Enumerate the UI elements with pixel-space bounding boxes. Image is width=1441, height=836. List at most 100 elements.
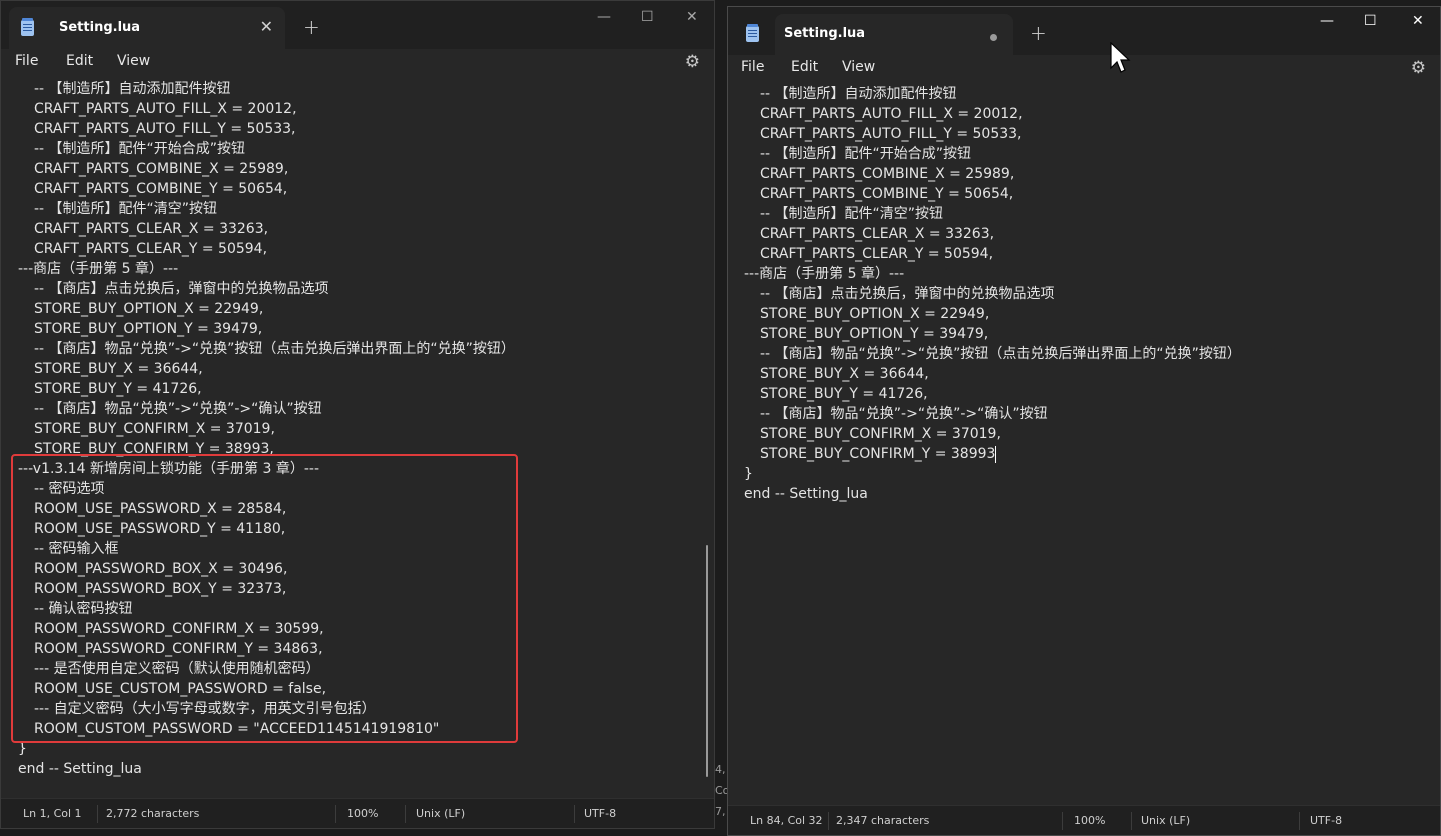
notepad-icon bbox=[746, 24, 759, 42]
menu-edit[interactable]: Edit bbox=[791, 59, 818, 75]
code-line-text: CRAFT_PARTS_AUTO_FILL_Y = 50533, bbox=[34, 121, 296, 137]
code-line[interactable]: STORE_BUY_CONFIRM_X = 37019, bbox=[760, 424, 1001, 444]
minimize-button[interactable]: — bbox=[1320, 13, 1334, 29]
code-line[interactable]: STORE_BUY_X = 36644, bbox=[34, 359, 203, 379]
code-line-text: CRAFT_PARTS_CLEAR_Y = 50594, bbox=[760, 246, 994, 262]
code-line-text: -- 【制造所】配件“清空”按钮 bbox=[760, 206, 944, 222]
cursor-position[interactable]: Ln 84, Col 32 bbox=[750, 814, 823, 827]
menu-file[interactable]: File bbox=[741, 59, 764, 75]
zoom-level[interactable]: 100% bbox=[347, 807, 378, 820]
tab-close-icon[interactable]: ✕ bbox=[260, 17, 273, 36]
status-divider bbox=[97, 805, 98, 823]
code-line[interactable]: -- 【制造所】配件“清空”按钮 bbox=[760, 204, 943, 224]
code-line[interactable]: -- 【制造所】自动添加配件按钮 bbox=[34, 79, 231, 99]
tab-setting-lua[interactable]: Setting.lua bbox=[775, 14, 1013, 55]
code-line[interactable]: end -- Setting_lua bbox=[18, 759, 142, 779]
code-line[interactable]: STORE_BUY_OPTION_X = 22949, bbox=[34, 299, 263, 319]
line-ending[interactable]: Unix (LF) bbox=[1141, 814, 1190, 827]
code-line[interactable]: } bbox=[744, 464, 753, 484]
encoding[interactable]: UTF-8 bbox=[1310, 814, 1342, 827]
menu-edit[interactable]: Edit bbox=[66, 53, 93, 69]
code-line-text: } bbox=[744, 466, 753, 482]
new-tab-button[interactable]: + bbox=[1030, 21, 1047, 45]
menu-file[interactable]: File bbox=[15, 53, 38, 69]
code-line[interactable]: STORE_BUY_OPTION_X = 22949, bbox=[760, 304, 989, 324]
settings-gear-icon[interactable]: ⚙ bbox=[685, 52, 700, 72]
code-line[interactable]: -- 【制造所】配件“清空”按钮 bbox=[34, 199, 217, 219]
encoding[interactable]: UTF-8 bbox=[584, 807, 616, 820]
maximize-button[interactable]: ☐ bbox=[1364, 13, 1377, 29]
status-divider bbox=[1062, 812, 1063, 830]
menu-view[interactable]: View bbox=[842, 59, 875, 75]
tab-setting-lua[interactable]: Setting.lua ✕ bbox=[9, 7, 285, 49]
settings-gear-icon[interactable]: ⚙ bbox=[1411, 58, 1426, 78]
code-line[interactable]: STORE_BUY_OPTION_Y = 39479, bbox=[760, 324, 988, 344]
code-line-text: CRAFT_PARTS_CLEAR_Y = 50594, bbox=[34, 241, 268, 257]
code-line-text: } bbox=[18, 741, 27, 757]
code-line[interactable]: -- 【制造所】配件“开始合成”按钮 bbox=[34, 139, 245, 159]
code-line[interactable]: -- 【商店】物品“兑换”->“兑换”按钮（点击兑换后弹出界面上的“兑换”按钮） bbox=[760, 344, 1241, 364]
code-line[interactable]: -- 【制造所】配件“开始合成”按钮 bbox=[760, 144, 971, 164]
code-line[interactable]: CRAFT_PARTS_AUTO_FILL_Y = 50533, bbox=[34, 119, 296, 139]
code-line-text: CRAFT_PARTS_COMBINE_X = 25989, bbox=[760, 166, 1015, 182]
status-bar: Ln 84, Col 32 2,347 characters 100% Unix… bbox=[728, 805, 1440, 835]
close-button[interactable]: ✕ bbox=[686, 9, 698, 25]
cursor-position[interactable]: Ln 1, Col 1 bbox=[23, 807, 82, 820]
title-bar[interactable]: Setting.lua ✕ + — ☐ ✕ bbox=[1, 1, 714, 49]
status-divider bbox=[335, 805, 336, 823]
code-line[interactable]: end -- Setting_lua bbox=[744, 484, 868, 504]
code-line[interactable]: -- 【商店】物品“兑换”->“兑换”按钮（点击兑换后弹出界面上的“兑换”按钮） bbox=[34, 339, 515, 359]
code-line-text: -- 【商店】物品“兑换”->“兑换”按钮（点击兑换后弹出界面上的“兑换”按钮） bbox=[34, 341, 515, 357]
code-line-text: -- 【商店】点击兑换后，弹窗中的兑换物品选项 bbox=[34, 281, 329, 297]
code-line-text: STORE_BUY_OPTION_Y = 39479, bbox=[34, 321, 263, 337]
minimize-button[interactable]: — bbox=[597, 9, 611, 25]
code-line-text: -- 【制造所】配件“开始合成”按钮 bbox=[760, 146, 972, 162]
code-line[interactable]: CRAFT_PARTS_AUTO_FILL_X = 20012, bbox=[760, 104, 1023, 124]
code-line[interactable]: STORE_BUY_Y = 41726, bbox=[34, 379, 202, 399]
code-line-text: STORE_BUY_CONFIRM_X = 37019, bbox=[34, 421, 275, 437]
code-line[interactable]: -- 【商店】物品“兑换”->“兑换”->“确认”按钮 bbox=[760, 404, 1048, 424]
menu-bar: File Edit View ⚙ bbox=[1, 49, 714, 75]
new-tab-button[interactable]: + bbox=[303, 15, 320, 39]
code-line[interactable]: ---商店（手册第 5 章）--- bbox=[18, 259, 178, 279]
text-editor[interactable]: -- 【制造所】自动添加配件按钮 CRAFT_PARTS_AUTO_FILL_X … bbox=[728, 81, 1440, 805]
code-line[interactable]: STORE_BUY_OPTION_Y = 39479, bbox=[34, 319, 262, 339]
line-ending[interactable]: Unix (LF) bbox=[416, 807, 465, 820]
code-line[interactable]: CRAFT_PARTS_COMBINE_X = 25989, bbox=[760, 164, 1014, 184]
status-divider bbox=[574, 805, 575, 823]
background-text: 4, bbox=[715, 763, 726, 776]
code-line[interactable]: STORE_BUY_CONFIRM_X = 37019, bbox=[34, 419, 275, 439]
code-line[interactable]: -- 【制造所】自动添加配件按钮 bbox=[760, 84, 957, 104]
maximize-button[interactable]: ☐ bbox=[641, 9, 654, 25]
code-line[interactable]: ---商店（手册第 5 章）--- bbox=[744, 264, 904, 284]
code-line[interactable]: CRAFT_PARTS_CLEAR_X = 33263, bbox=[34, 219, 268, 239]
code-line[interactable]: CRAFT_PARTS_COMBINE_Y = 50654, bbox=[34, 179, 287, 199]
code-line[interactable]: CRAFT_PARTS_COMBINE_Y = 50654, bbox=[760, 184, 1013, 204]
code-line[interactable]: -- 【商店】点击兑换后，弹窗中的兑换物品选项 bbox=[760, 284, 1055, 304]
zoom-level[interactable]: 100% bbox=[1074, 814, 1105, 827]
code-line[interactable]: -- 【商店】点击兑换后，弹窗中的兑换物品选项 bbox=[34, 279, 329, 299]
notepad-icon bbox=[21, 18, 34, 36]
code-line[interactable]: STORE_BUY_Y = 41726, bbox=[760, 384, 928, 404]
status-divider bbox=[1299, 812, 1300, 830]
code-line-text: CRAFT_PARTS_AUTO_FILL_X = 20012, bbox=[760, 106, 1023, 122]
code-line[interactable]: CRAFT_PARTS_COMBINE_X = 25989, bbox=[34, 159, 288, 179]
close-button[interactable]: ✕ bbox=[1412, 13, 1424, 29]
unsaved-dot-icon[interactable] bbox=[990, 34, 997, 41]
code-line-text: ---商店（手册第 5 章）--- bbox=[18, 261, 179, 277]
code-line[interactable]: CRAFT_PARTS_CLEAR_X = 33263, bbox=[760, 224, 994, 244]
code-line[interactable]: CRAFT_PARTS_AUTO_FILL_X = 20012, bbox=[34, 99, 297, 119]
menu-bar: File Edit View ⚙ bbox=[728, 55, 1440, 81]
code-line[interactable]: CRAFT_PARTS_CLEAR_Y = 50594, bbox=[34, 239, 267, 259]
scrollbar-thumb[interactable] bbox=[706, 545, 708, 777]
code-line[interactable]: STORE_BUY_CONFIRM_Y = 38993 bbox=[760, 444, 997, 464]
title-bar[interactable]: Setting.lua + — ☐ ✕ bbox=[728, 7, 1440, 55]
code-line[interactable]: STORE_BUY_X = 36644, bbox=[760, 364, 929, 384]
code-line[interactable]: CRAFT_PARTS_AUTO_FILL_Y = 50533, bbox=[760, 124, 1022, 144]
code-line-text: STORE_BUY_Y = 41726, bbox=[34, 381, 202, 397]
menu-view[interactable]: View bbox=[117, 53, 150, 69]
code-line[interactable]: -- 【商店】物品“兑换”->“兑换”->“确认”按钮 bbox=[34, 399, 322, 419]
code-line-text: CRAFT_PARTS_AUTO_FILL_X = 20012, bbox=[34, 101, 297, 117]
code-line[interactable]: CRAFT_PARTS_CLEAR_Y = 50594, bbox=[760, 244, 993, 264]
text-caret bbox=[995, 445, 997, 463]
